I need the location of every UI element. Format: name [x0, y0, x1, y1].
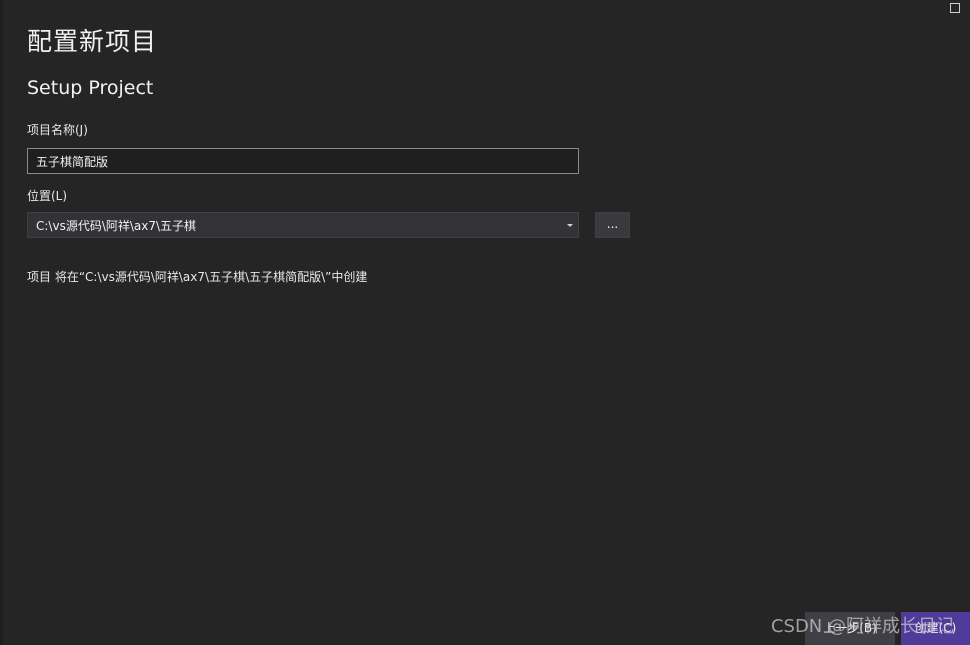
location-value: C:\vs源代码\阿祥\ax7\五子棋	[36, 218, 197, 233]
section-title: Setup Project	[27, 77, 154, 99]
configure-project-window: 配置新项目 Setup Project 项目名称(J) 位置(L) C:\vs源…	[0, 0, 970, 645]
browse-button[interactable]: ...	[595, 212, 630, 238]
project-name-input[interactable]	[27, 148, 579, 174]
location-combobox[interactable]: C:\vs源代码\阿祥\ax7\五子棋	[27, 212, 579, 238]
maximize-icon[interactable]	[950, 3, 960, 13]
project-name-label: 项目名称(J)	[27, 123, 88, 137]
location-label: 位置(L)	[27, 189, 68, 203]
page-title: 配置新项目	[27, 27, 158, 56]
create-location-info: 项目 将在“C:\vs源代码\阿祥\ax7\五子棋\五子棋简配版\”中创建	[27, 270, 368, 284]
chevron-down-icon[interactable]	[567, 223, 573, 227]
back-button[interactable]: 上一步(B)	[805, 612, 895, 645]
left-edge	[0, 0, 3, 645]
create-button[interactable]: 创建(C)	[901, 612, 970, 645]
